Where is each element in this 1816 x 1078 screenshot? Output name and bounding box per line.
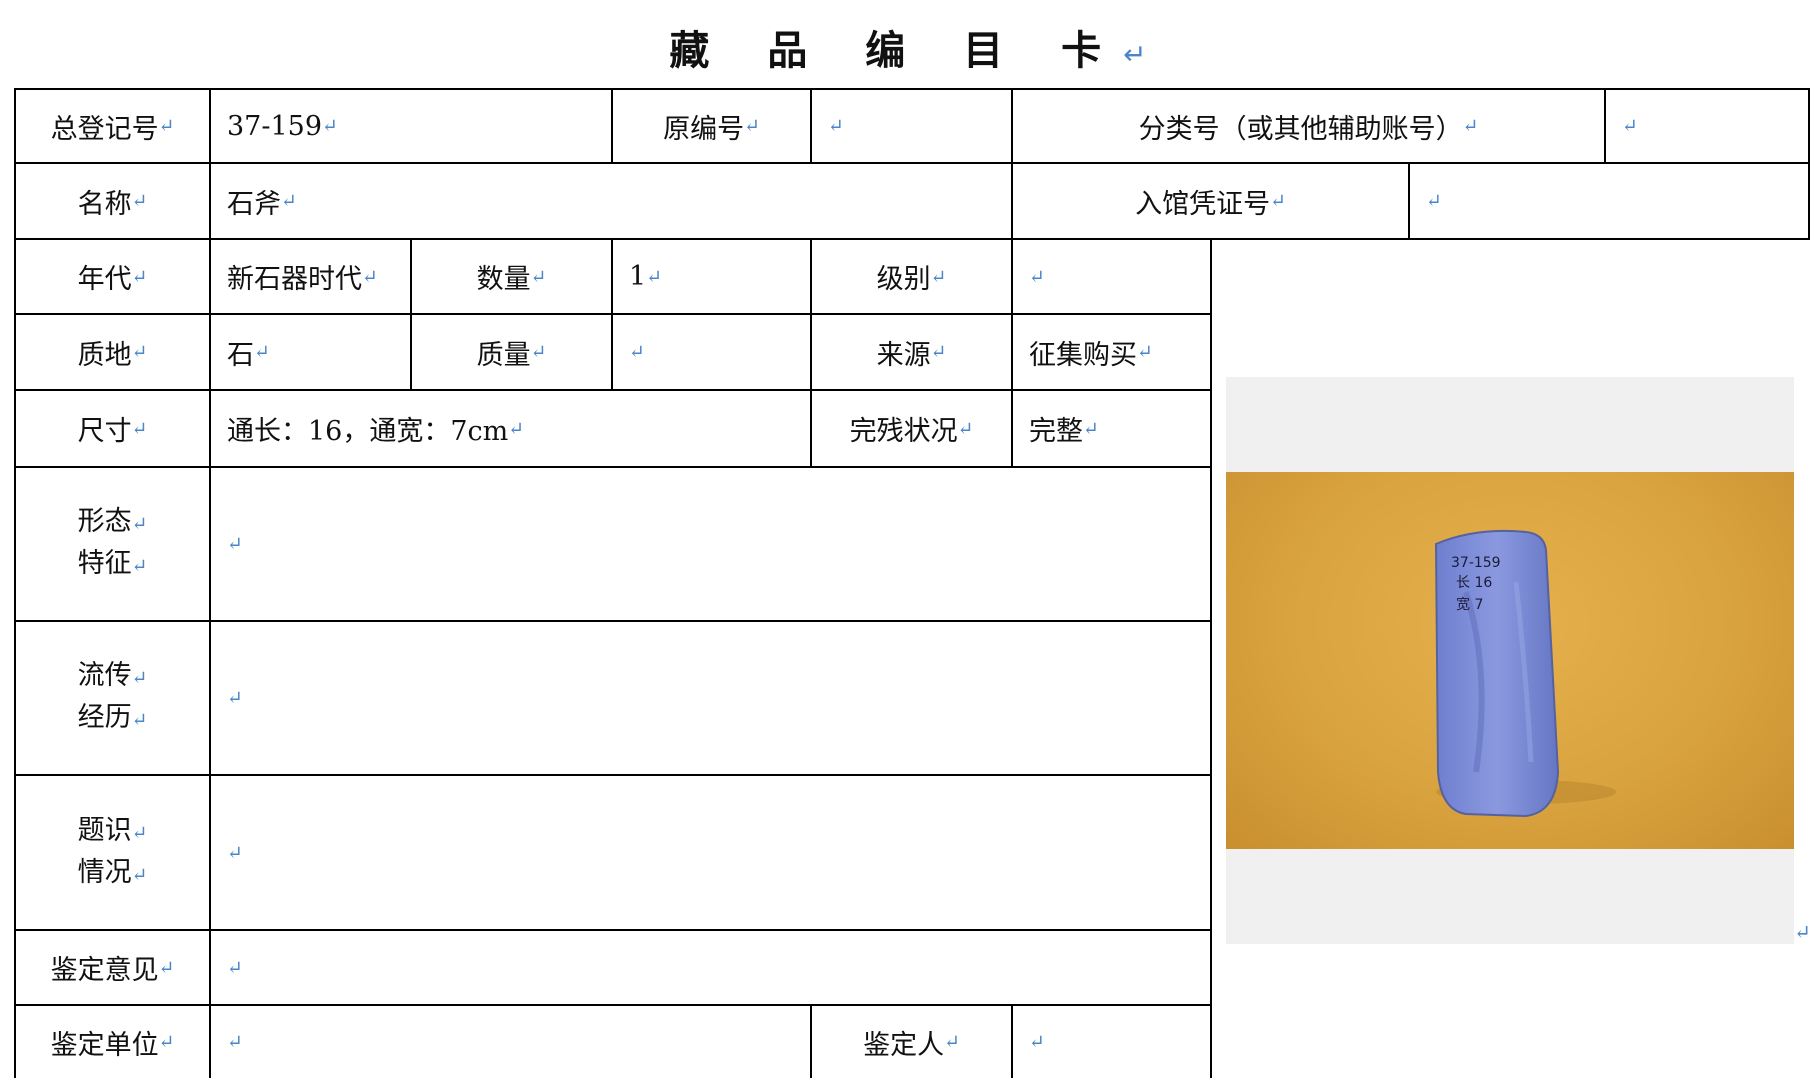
weight-label: 质量 ↵ (476, 339, 547, 371)
form-features-value[interactable]: ↵ (211, 468, 1210, 620)
quantity-value[interactable]: 1 ↵ (613, 240, 810, 313)
condition-value[interactable]: 完整 ↵ (1013, 391, 1210, 466)
source-label: 来源 ↵ (876, 339, 947, 371)
inscription-value[interactable]: ↵ (211, 776, 1210, 929)
appraisal-opinion-label: 鉴定意见 ↵ (50, 955, 175, 986)
grade-value[interactable]: ↵ (1013, 240, 1210, 313)
dimensions-label: 尺寸 ↵ (77, 416, 148, 447)
registration-no-value[interactable]: 37-159 ↵ (211, 90, 611, 162)
provenance-label: 流传↵ 经历↵ (77, 660, 148, 733)
period-value[interactable]: 新石器时代 ↵ (211, 240, 410, 313)
name-label: 名称 ↵ (77, 188, 148, 220)
material-value[interactable]: 石 ↵ (211, 315, 410, 389)
original-no-label: 原编号 ↵ (663, 113, 760, 145)
accession-voucher-label: 入馆凭证号 ↵ (1135, 188, 1286, 220)
inscription-label: 题识↵ 情况↵ (77, 814, 148, 888)
quantity-label: 数量 ↵ (476, 264, 547, 295)
classification-label: 分类号（或其他辅助账号） ↵ (1138, 113, 1479, 145)
object-photo[interactable]: 37-159 长 16 宽 7 (1226, 472, 1794, 849)
accession-voucher-value[interactable]: ↵ (1410, 164, 1808, 238)
stone-axe (1434, 529, 1560, 818)
appraisal-unit-value[interactable]: ↵ (211, 1006, 810, 1078)
photo-mark-width: 宽 7 (1456, 596, 1483, 613)
provenance-value[interactable]: ↵ (211, 622, 1210, 774)
material-label: 质地 ↵ (77, 339, 148, 371)
form-features-label: 形态↵ 特征↵ (77, 506, 148, 579)
side-pilcrow: ↵ (1794, 920, 1811, 944)
name-value[interactable]: 石斧 ↵ (211, 164, 1011, 238)
photo-mark-length: 长 16 (1456, 575, 1492, 591)
source-value[interactable]: 征集购买 ↵ (1013, 315, 1210, 389)
appraisal-unit-label: 鉴定单位 ↵ (50, 1029, 175, 1061)
weight-value[interactable]: ↵ (613, 315, 810, 389)
registration-no-label: 总登记号 ↵ (50, 113, 175, 145)
condition-label: 完残状况 ↵ (849, 416, 974, 447)
period-label: 年代 ↵ (77, 264, 148, 295)
stone-axe-image: 37-159 长 16 宽 7 (1434, 529, 1616, 818)
appraisal-opinion-value[interactable]: ↵ (211, 931, 1210, 1004)
classification-value[interactable]: ↵ (1606, 90, 1808, 162)
grade-label: 级别 ↵ (876, 264, 947, 295)
appraiser-value[interactable]: ↵ (1013, 1006, 1210, 1078)
photo-mark-number: 37-159 (1451, 555, 1501, 571)
original-no-value[interactable]: ↵ (812, 90, 1011, 162)
appraiser-label: 鉴定人 ↵ (863, 1029, 960, 1061)
card-title: 藏 品 编 目 卡↵ (669, 28, 1147, 74)
dimensions-value[interactable]: 通长：16，通宽：7cm ↵ (211, 391, 810, 466)
